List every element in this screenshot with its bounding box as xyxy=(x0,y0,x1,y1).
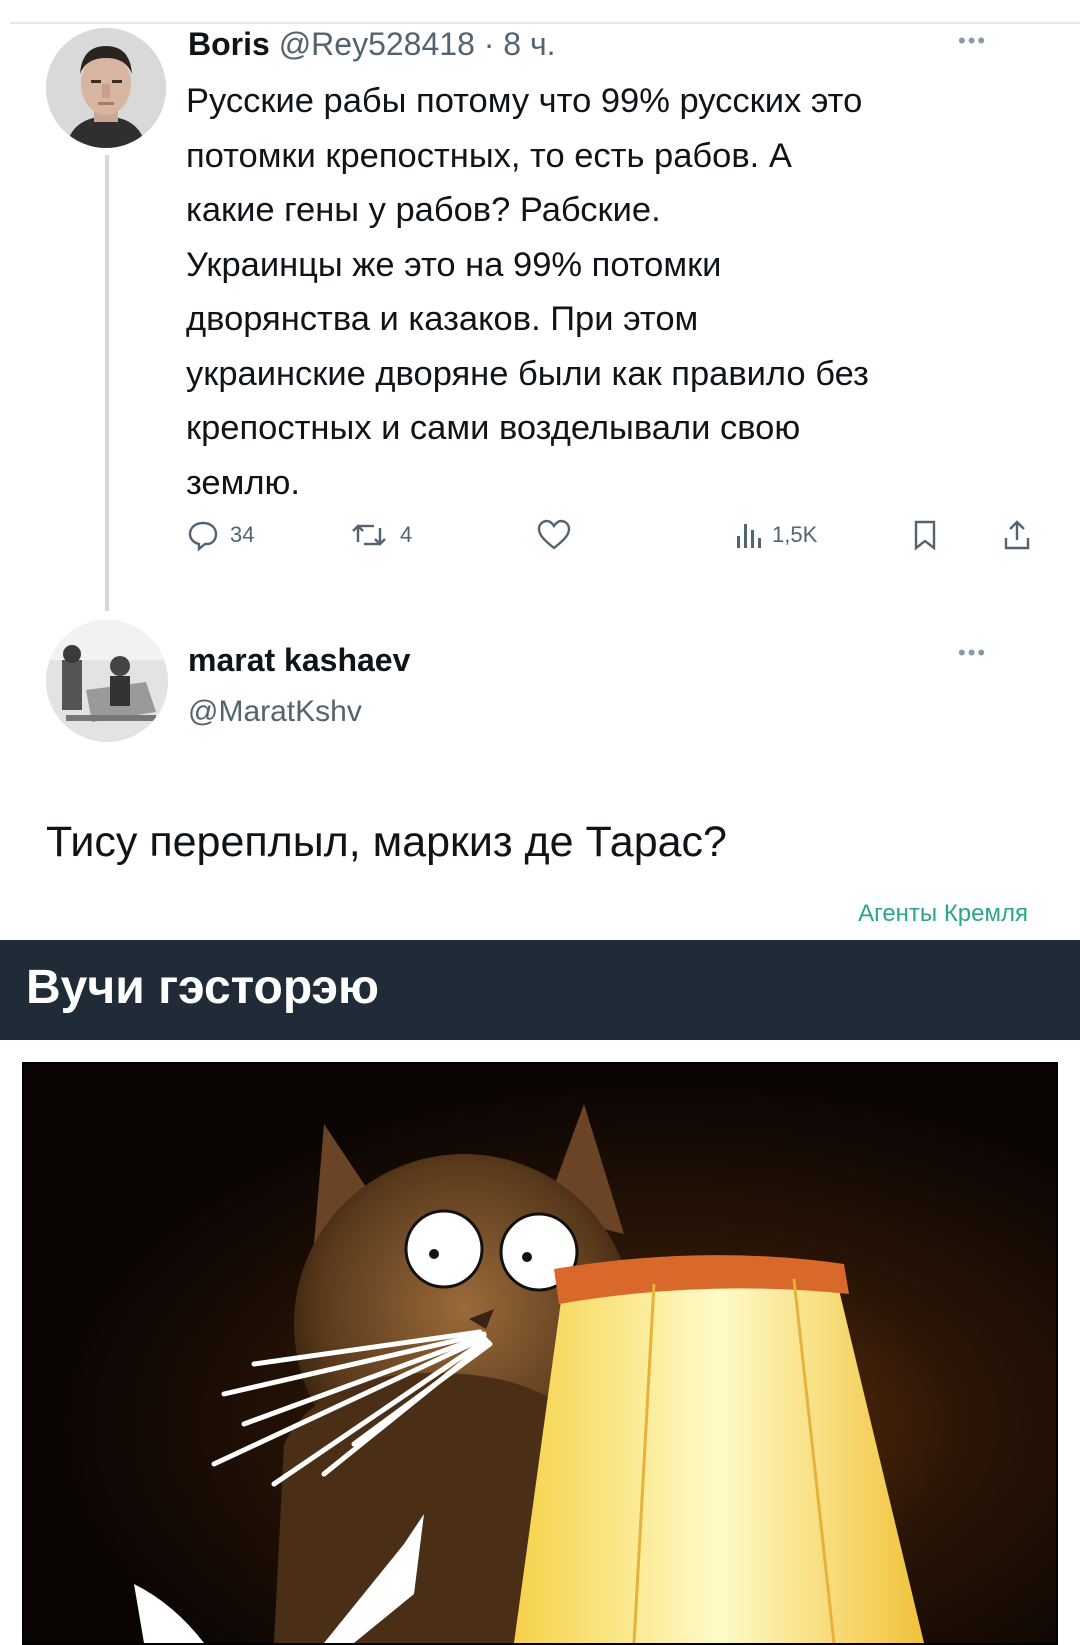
tweet-line: землю. xyxy=(186,463,300,502)
author-name[interactable]: Boris xyxy=(188,26,270,62)
tweet-screenshot: Boris @Rey528418 · 8 ч. ••• Русские рабы… xyxy=(0,0,1080,940)
cat-with-lampshade-image xyxy=(22,1062,1058,1645)
heart-icon xyxy=(537,519,571,550)
tweet-text: Русские рабы потому что 99% русских это … xyxy=(186,74,1026,510)
tweet-line: дворянства и казаков. При этом xyxy=(186,300,699,338)
reply-button[interactable]: 34 xyxy=(186,518,254,552)
retweet-button[interactable]: 4 xyxy=(350,518,412,552)
thread-line xyxy=(105,155,109,611)
marat-avatar[interactable] xyxy=(46,620,168,742)
views-icon xyxy=(737,524,761,548)
bookmark-icon xyxy=(914,520,936,551)
tweet-line: Украинцы же это на 99% потомки xyxy=(186,245,722,284)
retweet-icon xyxy=(352,524,386,546)
views-count: 1,5K xyxy=(772,522,818,547)
retweet-count: 4 xyxy=(400,522,413,547)
reply-author-handle[interactable]: @MaratKshv xyxy=(188,695,362,729)
watermark: Агенты Кремля xyxy=(858,900,1028,927)
reply-author-name[interactable]: marat kashaev xyxy=(188,642,410,679)
tweet-line: украинские дворяне были как правило без xyxy=(186,354,869,393)
top-edge xyxy=(0,0,1080,24)
tweet-actions: 34 4 1,5K xyxy=(186,518,1046,568)
tweet-line: какие гены у рабов? Рабские. xyxy=(186,191,661,229)
share-icon xyxy=(1004,520,1030,550)
views-button[interactable]: 1,5K xyxy=(734,518,817,552)
tweet-time[interactable]: · 8 ч. xyxy=(484,26,556,62)
reply-count: 34 xyxy=(230,522,255,547)
title-banner: Вучи гэсторэю xyxy=(0,940,1080,1040)
like-button[interactable] xyxy=(536,518,582,552)
more-dots-icon[interactable]: ••• xyxy=(958,640,987,666)
author-handle[interactable]: @Rey528418 xyxy=(279,26,475,62)
boris-avatar[interactable] xyxy=(46,28,166,148)
share-button[interactable] xyxy=(1002,518,1032,552)
bookmark-button[interactable] xyxy=(910,518,940,552)
banner-title: Вучи гэсторэю xyxy=(26,961,380,1014)
tweet-header: Boris @Rey528418 · 8 ч. xyxy=(188,26,556,63)
more-dots-icon[interactable]: ••• xyxy=(958,28,987,54)
tweet-line: потомки крепостных, то есть рабов. А xyxy=(186,136,792,175)
tweet-line: крепостных и сами возделывали свою xyxy=(186,409,801,447)
reply-text: Тису переплыл, маркиз де Тарас? xyxy=(46,818,727,866)
tweet-line: Русские рабы потому что 99% русских это xyxy=(186,82,863,120)
reply-icon xyxy=(188,521,218,552)
